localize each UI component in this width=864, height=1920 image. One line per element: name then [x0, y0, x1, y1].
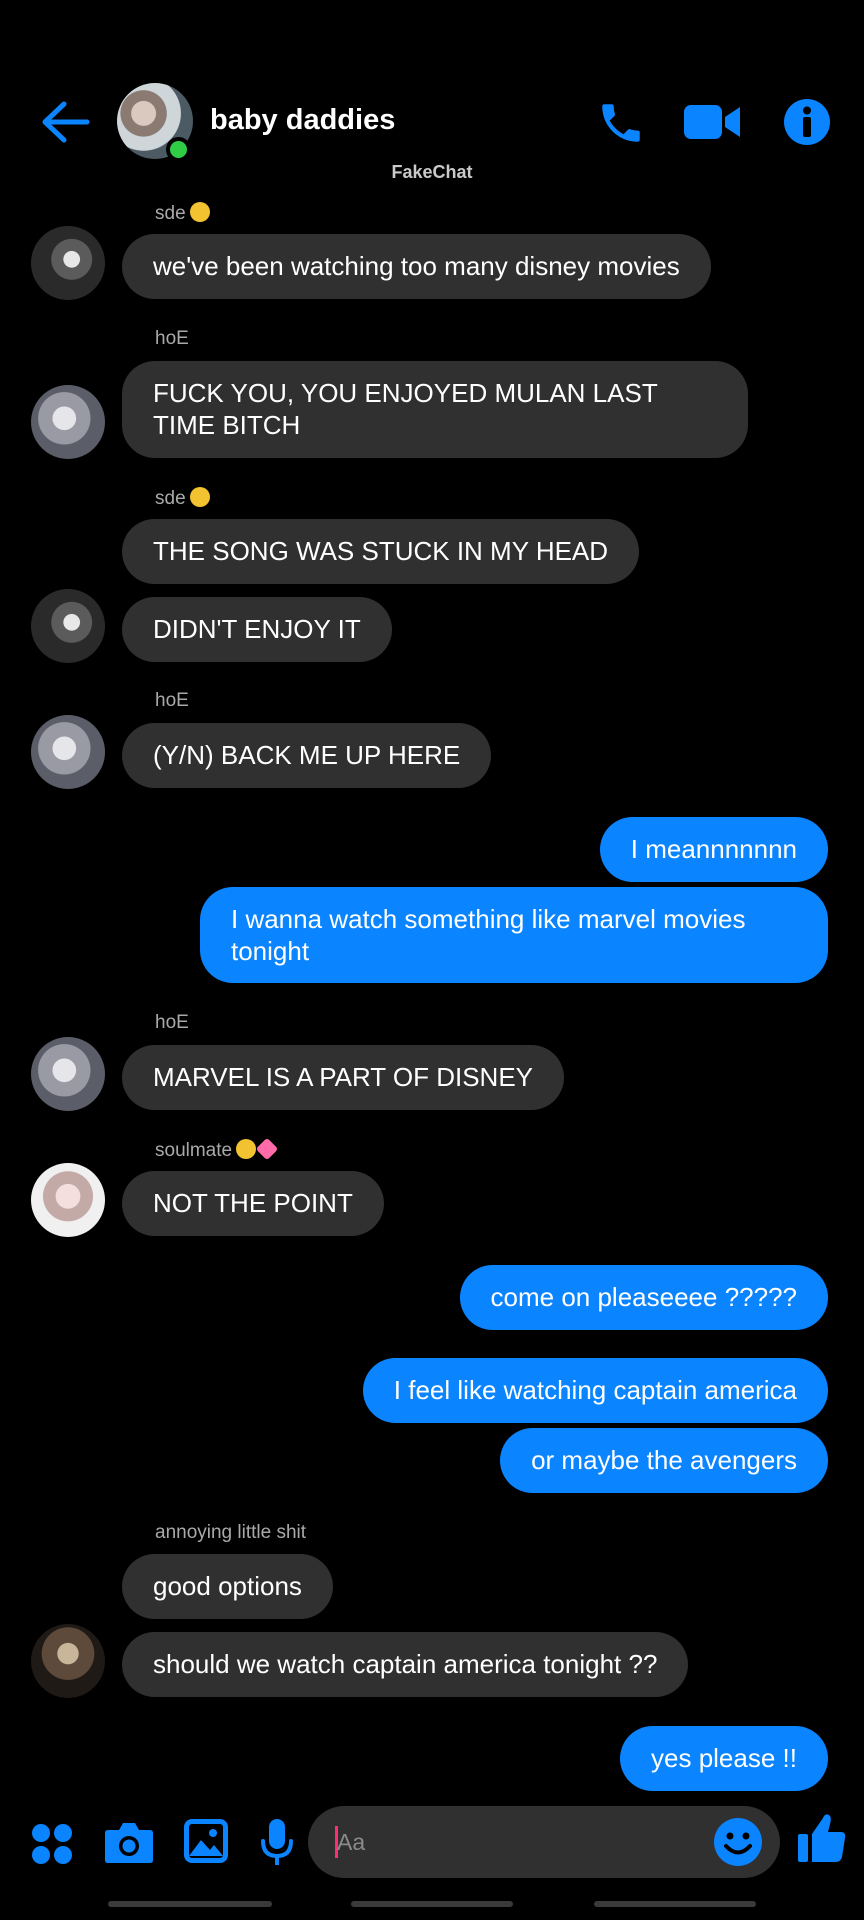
phone-icon[interactable] [596, 98, 646, 148]
message-bubble[interactable]: come on pleaseeee ????? [459, 1265, 828, 1330]
avatar[interactable] [31, 1037, 105, 1111]
emoji-icon[interactable] [713, 1817, 763, 1867]
avatar[interactable] [31, 385, 105, 459]
sender-name: sde [155, 487, 210, 510]
message-bubble[interactable]: (Y/N) BACK ME UP HERE [122, 723, 492, 788]
avatar[interactable] [31, 715, 105, 789]
info-icon[interactable] [783, 98, 831, 146]
nav-bar-segment [108, 1901, 272, 1907]
sender-name: hoE [155, 1012, 189, 1033]
message-bubble[interactable]: good options [122, 1554, 333, 1619]
message-bubble[interactable]: DIDN'T ENJOY IT [122, 597, 392, 662]
avatar[interactable] [31, 1163, 105, 1237]
message-bubble[interactable]: should we watch captain america tonight … [122, 1632, 689, 1697]
sender-name: hoE [155, 328, 189, 349]
message-bubble[interactable]: MARVEL IS A PART OF DISNEY [122, 1045, 565, 1110]
watermark: FakeChat [391, 162, 473, 182]
message-bubble[interactable]: I meannnnnnn [599, 817, 828, 882]
online-indicator [166, 137, 191, 162]
camera-icon[interactable] [104, 1820, 154, 1864]
hearts-emoji-icon [255, 1137, 279, 1161]
relieved-emoji-icon [189, 202, 210, 222]
video-call-icon[interactable] [683, 102, 741, 142]
sender-name: annoying little shit [155, 1522, 307, 1543]
message-input[interactable] [308, 1806, 780, 1878]
message-bubble[interactable]: I wanna watch something like marvel movi… [200, 887, 828, 983]
home-indicator[interactable] [351, 1901, 513, 1907]
message-bubble[interactable]: we've been watching too many disney movi… [122, 234, 711, 299]
apps-grid-icon[interactable] [30, 1822, 74, 1866]
message-bubble[interactable]: THE SONG WAS STUCK IN MY HEAD [122, 519, 640, 584]
sender-name: sde [155, 202, 210, 225]
message-bubble[interactable]: or maybe the avengers [500, 1428, 828, 1493]
thumbs-up-icon[interactable] [797, 1812, 847, 1864]
nav-bar-segment [594, 1901, 756, 1907]
sender-name: soulmate [155, 1137, 279, 1162]
conversation-title[interactable]: baby daddies [210, 104, 395, 137]
message-bubble[interactable]: FUCK YOU, YOU ENJOYED MULAN LAST TIME BI… [122, 361, 748, 458]
pleading-emoji-icon [236, 1139, 257, 1159]
message-bubble[interactable]: I feel like watching captain america [362, 1358, 828, 1423]
back-arrow-icon[interactable] [40, 100, 90, 144]
message-bubble[interactable]: yes please !! [620, 1726, 828, 1791]
sender-name: hoE [155, 690, 189, 711]
message-input-placeholder: Aa [337, 1829, 366, 1855]
avatar[interactable] [31, 226, 105, 300]
avatar[interactable] [31, 1624, 105, 1698]
message-bubble[interactable]: NOT THE POINT [122, 1171, 384, 1236]
avatar[interactable] [31, 589, 105, 663]
microphone-icon[interactable] [260, 1818, 294, 1868]
gallery-icon[interactable] [183, 1818, 229, 1864]
relieved-emoji-icon [189, 487, 210, 507]
